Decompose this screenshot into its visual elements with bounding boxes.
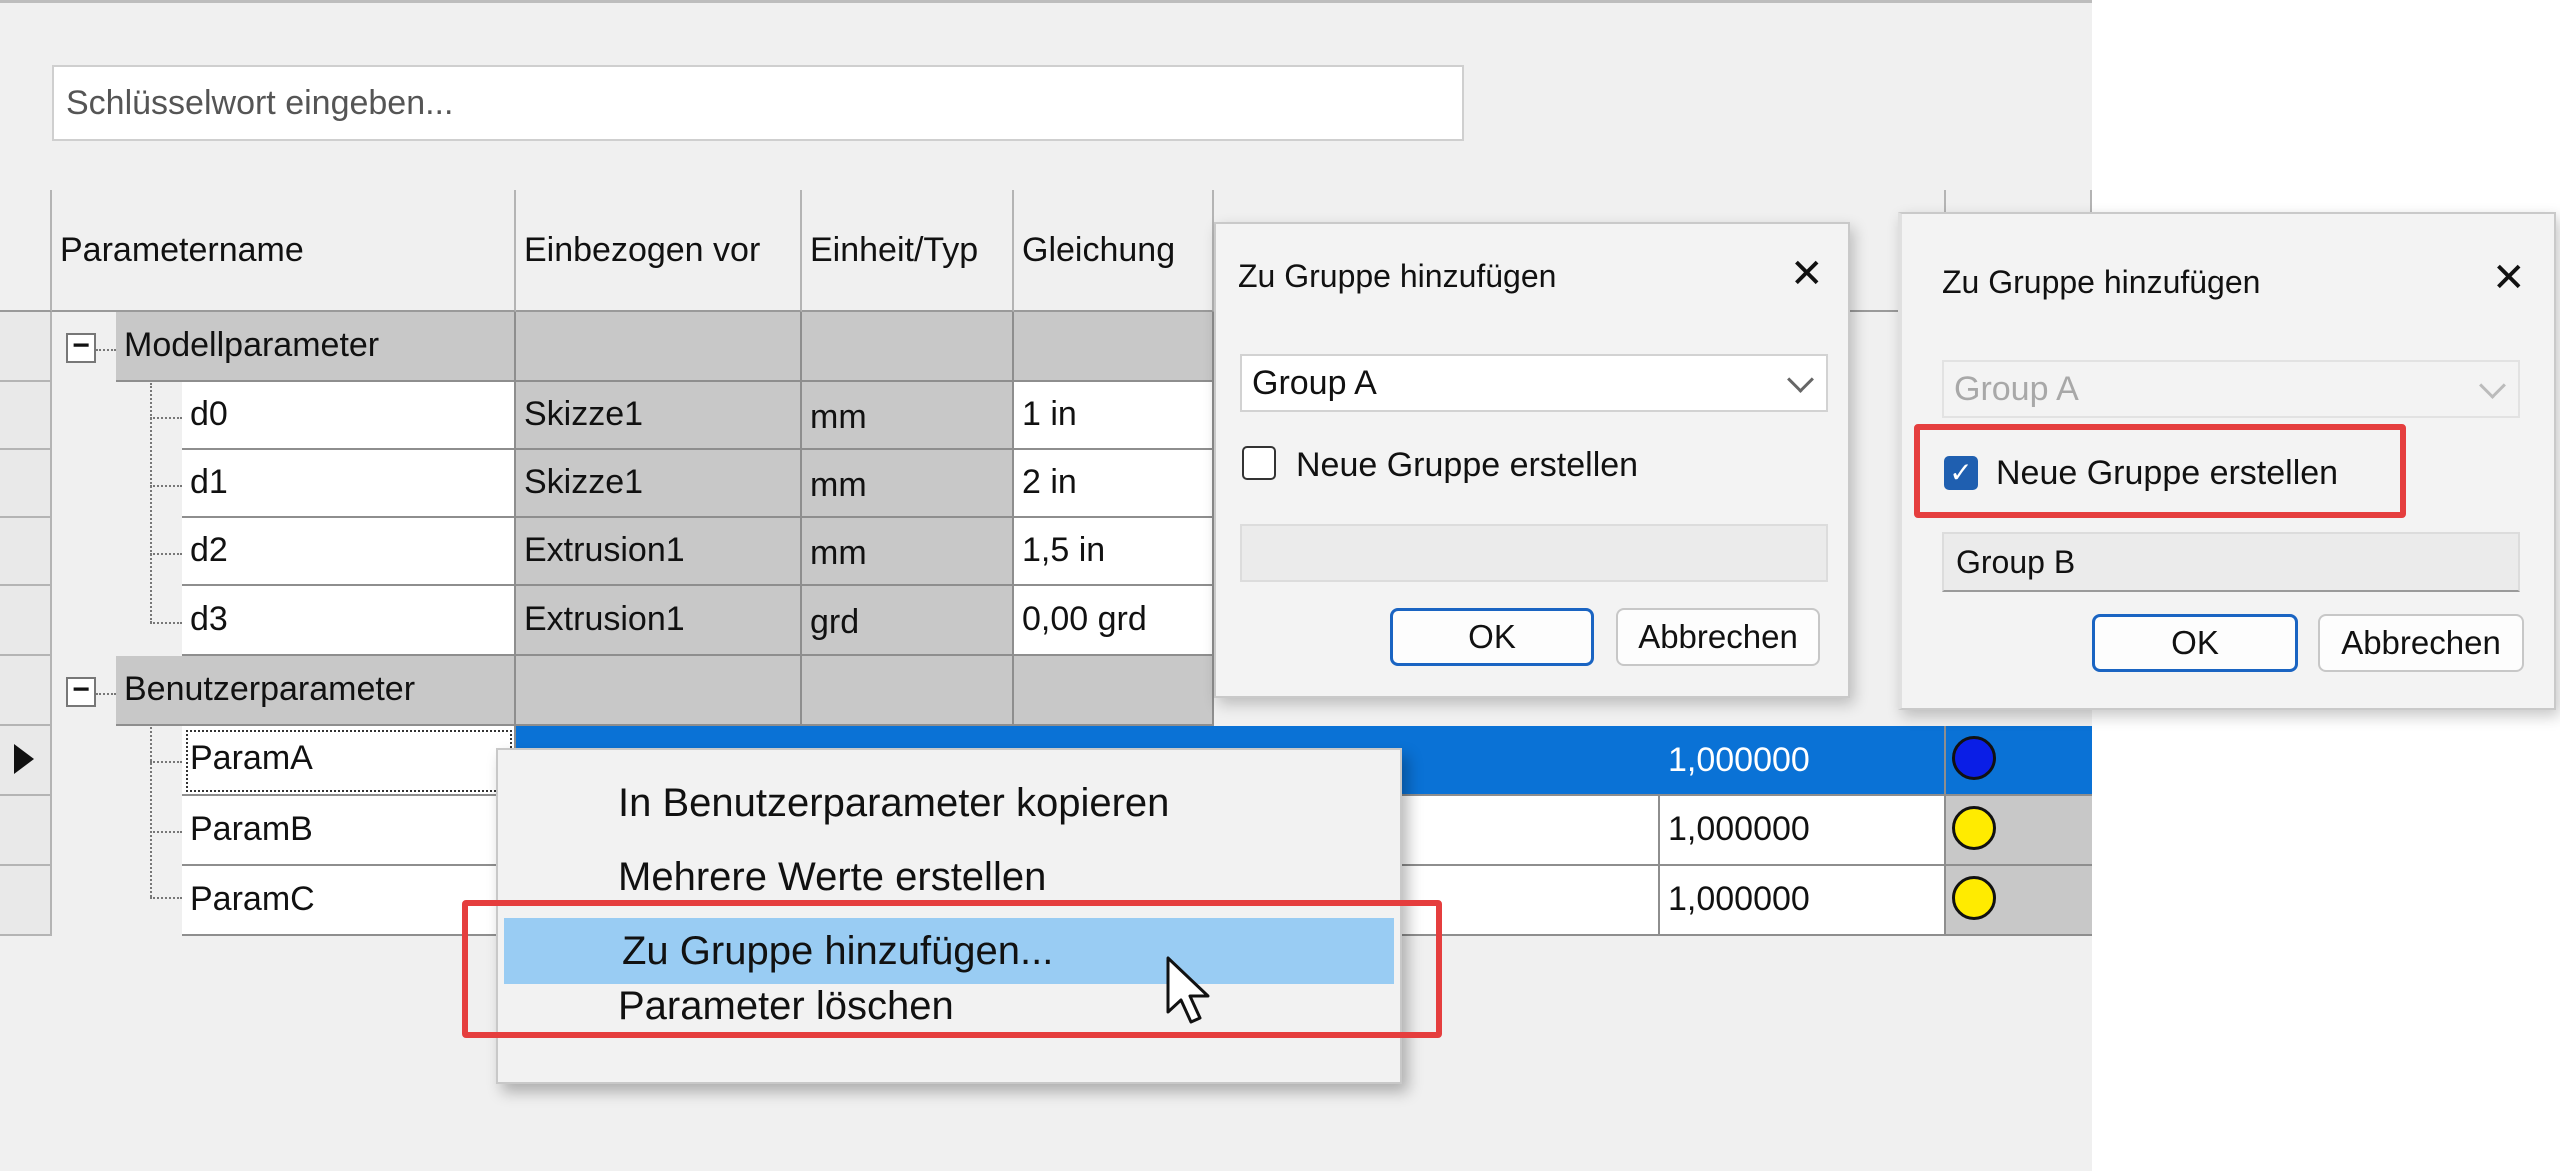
- table-cell-value[interactable]: 1,000000: [1660, 726, 1946, 796]
- new-group-checkbox[interactable]: [1242, 446, 1276, 480]
- table-cell-equation[interactable]: 2 in: [1014, 450, 1214, 518]
- row-selector[interactable]: [0, 586, 52, 656]
- table-cell-status: [1946, 726, 2092, 796]
- column-header-label: Einheit/Typ: [810, 230, 979, 269]
- ok-button[interactable]: OK: [1390, 608, 1594, 666]
- row-selector[interactable]: [0, 382, 52, 450]
- table-cell: [802, 656, 1014, 726]
- row-selector[interactable]: [0, 866, 52, 936]
- search-input[interactable]: Schlüsselwort eingeben...: [52, 65, 1464, 141]
- table-cell-value[interactable]: 1,000000: [1660, 796, 1946, 866]
- table-cell-unit[interactable]: mm: [802, 382, 1014, 450]
- status-circle-icon: [1952, 736, 1996, 780]
- table-cell: [516, 312, 802, 382]
- collapse-icon[interactable]: −: [66, 675, 96, 707]
- group-select[interactable]: Group A: [1240, 354, 1828, 412]
- mouse-cursor-icon: [1166, 956, 1210, 1024]
- new-group-name-input: [1240, 524, 1828, 582]
- row-selector[interactable]: [0, 518, 52, 586]
- table-cell: [802, 312, 1014, 382]
- status-circle-icon: [1952, 806, 1996, 850]
- table-row-d3-name[interactable]: d3: [182, 586, 516, 656]
- chevron-down-icon: [2479, 372, 2506, 399]
- current-row-arrow-icon: [14, 744, 34, 774]
- cancel-button[interactable]: Abbrechen: [2318, 614, 2524, 672]
- row-header-corner: [0, 190, 52, 312]
- table-row-paramb-name[interactable]: ParamB: [182, 796, 516, 866]
- row-selector[interactable]: [0, 450, 52, 518]
- group-label: Modellparameter: [124, 326, 380, 364]
- add-to-group-dialog: Zu Gruppe hinzufügen ✕ Group A Neue Grup…: [1214, 222, 1850, 698]
- highlight-box: [1914, 424, 2406, 518]
- column-header-label: Parametername: [60, 230, 304, 269]
- group-label: Benutzerparameter: [124, 670, 416, 708]
- column-header-name[interactable]: Parametername: [52, 190, 516, 312]
- chevron-down-icon: [1787, 366, 1814, 393]
- row-selector[interactable]: [0, 312, 52, 382]
- group-select: Group A: [1942, 360, 2520, 418]
- table-cell: [516, 656, 802, 726]
- table-row-parama-name[interactable]: ParamA: [182, 726, 516, 796]
- table-cell-equation[interactable]: 1 in: [1014, 382, 1214, 450]
- table-cell-status: [1946, 796, 2092, 866]
- table-cell-consumed-by: Skizze1: [516, 450, 802, 518]
- column-header-consumed-by[interactable]: Einbezogen vor: [516, 190, 802, 312]
- new-group-name-input[interactable]: Group B: [1942, 532, 2520, 592]
- table-cell-consumed-by: Extrusion1: [516, 586, 802, 656]
- table-cell: [1014, 312, 1214, 382]
- column-header-unit[interactable]: Einheit/Typ: [802, 190, 1014, 312]
- cancel-button[interactable]: Abbrechen: [1616, 608, 1820, 666]
- group-row-user[interactable]: Benutzerparameter: [116, 656, 516, 726]
- close-icon[interactable]: ✕: [2492, 258, 2526, 298]
- row-selector[interactable]: [0, 726, 52, 796]
- group-select-value: Group A: [1252, 364, 1377, 402]
- table-row-d2-name[interactable]: d2: [182, 518, 516, 586]
- column-header-label: Gleichung: [1022, 230, 1176, 269]
- table-cell-status: [1946, 866, 2092, 936]
- highlight-box: [462, 900, 1442, 1038]
- collapse-icon[interactable]: −: [66, 331, 96, 363]
- table-row-d0-name[interactable]: d0: [182, 382, 516, 450]
- table-cell: [1014, 656, 1214, 726]
- group-row-model[interactable]: Modellparameter: [116, 312, 516, 382]
- close-icon[interactable]: ✕: [1790, 254, 1824, 294]
- group-select-value: Group A: [1954, 370, 2079, 408]
- table-cell-value[interactable]: 1,000000: [1660, 866, 1946, 936]
- table-row-d1-name[interactable]: d1: [182, 450, 516, 518]
- column-header-label: Einbezogen vor: [524, 230, 761, 269]
- ok-button[interactable]: OK: [2092, 614, 2298, 672]
- menu-item-copy-to-user-params[interactable]: In Benutzerparameter kopieren: [500, 770, 1398, 836]
- dialog-title: Zu Gruppe hinzufügen: [1238, 258, 1557, 294]
- column-header-equation[interactable]: Gleichung: [1014, 190, 1214, 312]
- table-cell-consumed-by: Extrusion1: [516, 518, 802, 586]
- table-cell-unit[interactable]: grd: [802, 586, 1014, 656]
- table-cell-equation[interactable]: 1,5 in: [1014, 518, 1214, 586]
- row-selector[interactable]: [0, 796, 52, 866]
- table-cell-equation[interactable]: 0,00 grd: [1014, 586, 1214, 656]
- new-group-label: Neue Gruppe erstellen: [1296, 446, 1639, 484]
- status-circle-icon: [1952, 876, 1996, 920]
- dialog-title: Zu Gruppe hinzufügen: [1942, 264, 2261, 300]
- table-cell-unit[interactable]: mm: [802, 450, 1014, 518]
- table-cell-unit[interactable]: mm: [802, 518, 1014, 586]
- row-selector[interactable]: [0, 656, 52, 726]
- table-cell-consumed-by: Skizze1: [516, 382, 802, 450]
